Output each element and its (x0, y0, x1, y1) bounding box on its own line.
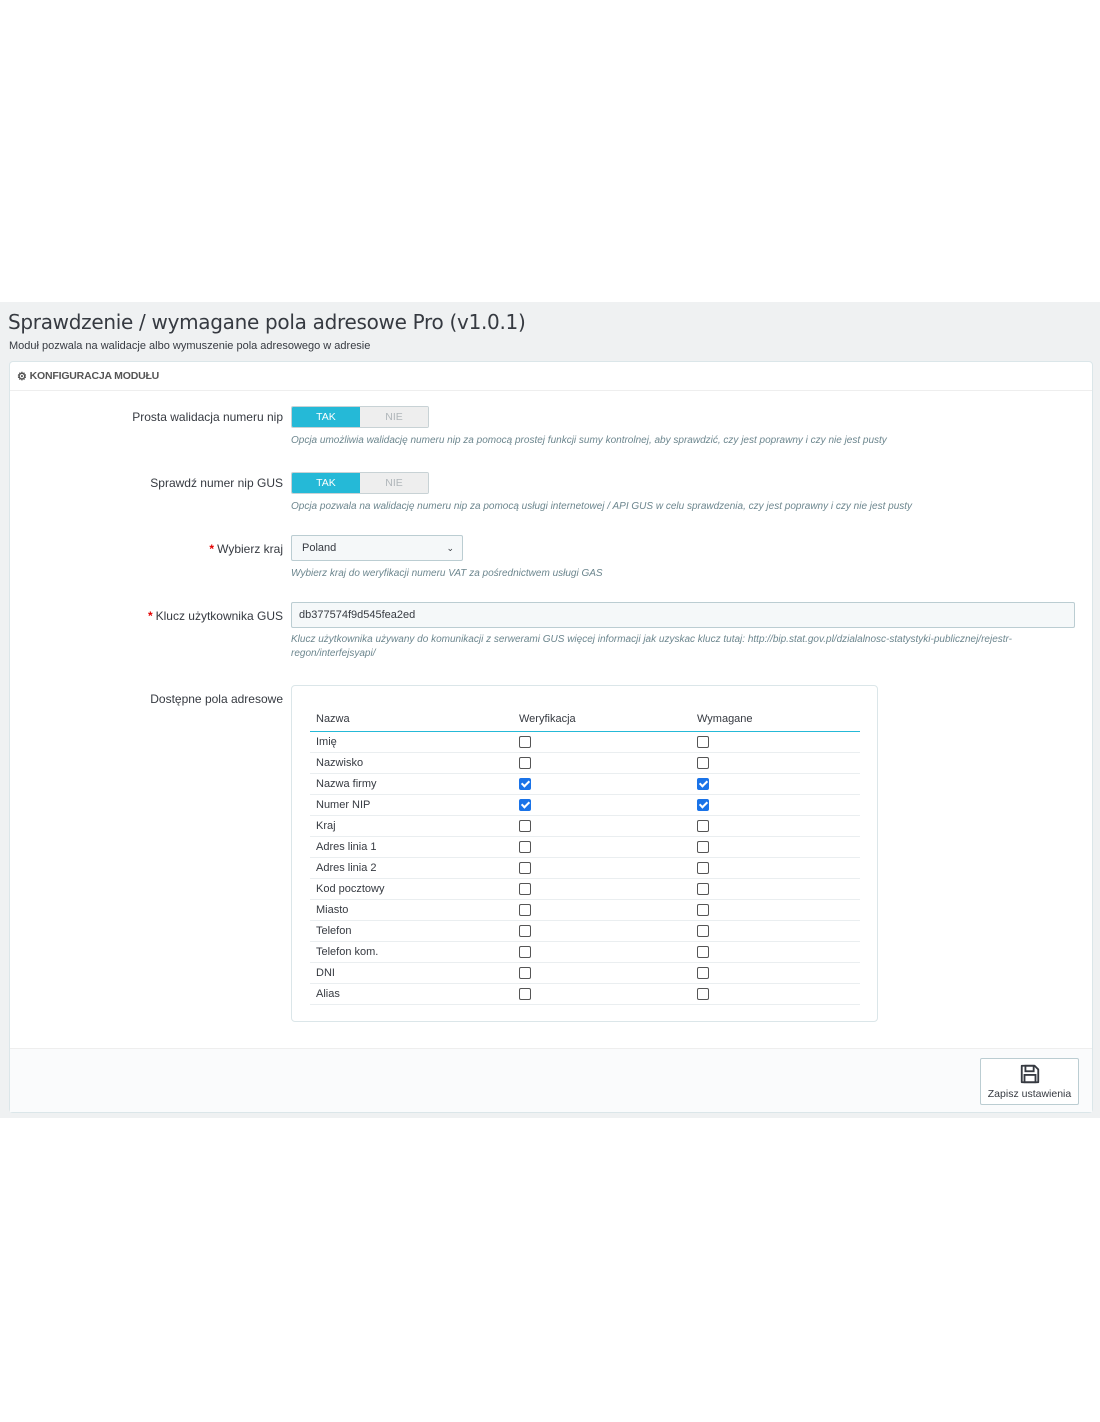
required-checkbox[interactable] (697, 967, 709, 980)
required-checkbox[interactable] (697, 925, 709, 938)
verify-checkbox[interactable] (519, 841, 531, 854)
address-fields-label: Dostępne pola adresowe (150, 692, 283, 706)
page-description: Moduł pozwala na walidacje albo wymuszen… (9, 340, 371, 352)
required-checkbox[interactable] (697, 883, 709, 896)
address-fields-table: Nazwa Weryfikacja Wymagane Imię Nazwisko N… (310, 706, 860, 1005)
verify-checkbox[interactable] (519, 904, 531, 917)
panel-heading-label: KONFIGURACJA MODUŁU (29, 370, 160, 382)
verify-checkbox[interactable] (519, 757, 531, 770)
required-mark: * (147, 609, 153, 623)
country-select[interactable]: Poland ⌄ (291, 535, 463, 561)
table-row: Telefon kom. (310, 941, 860, 963)
verify-checkbox[interactable] (519, 988, 531, 1001)
column-header-name: Nazwa (310, 706, 513, 732)
configuration-panel: ⚙ KONFIGURACJA MODUŁU Prosta walidacja n… (9, 361, 1093, 1113)
module-configuration-page: Sprawdzenie / wymagane pola adresowe Pro… (0, 302, 1100, 1118)
table-row: Kod pocztowy (310, 878, 860, 900)
table-row: Kraj (310, 815, 860, 837)
cogs-icon: ⚙ (17, 370, 27, 383)
required-checkbox[interactable] (697, 757, 709, 770)
nip-validation-help: Opcja umożliwia walidację numeru nip za … (291, 435, 887, 446)
field-name: Miasto (310, 899, 513, 921)
table-row: Miasto (310, 899, 860, 921)
field-name: Nazwa firmy (310, 773, 513, 795)
verify-checkbox[interactable] (519, 925, 531, 938)
verify-checkbox[interactable] (519, 883, 531, 896)
field-name: Telefon kom. (310, 941, 513, 963)
verify-checkbox[interactable] (519, 862, 531, 875)
column-header-verify: Weryfikacja (513, 706, 691, 732)
switch-yes[interactable]: TAK (292, 473, 360, 493)
verify-checkbox[interactable] (519, 946, 531, 959)
gus-check-switch[interactable]: TAK NIE (291, 472, 429, 494)
gus-key-label: * Klucz użytkownika GUS (147, 609, 283, 623)
required-checkbox[interactable] (697, 946, 709, 959)
nip-validation-switch[interactable]: TAK NIE (291, 406, 429, 428)
gus-check-help: Opcja pozwala na walidację numeru nip za… (291, 501, 913, 512)
required-checkbox[interactable] (697, 988, 709, 1001)
switch-no[interactable]: NIE (360, 407, 428, 427)
table-row: Adres linia 2 (310, 857, 860, 879)
field-name: DNI (310, 962, 513, 984)
field-name: Alias (310, 983, 513, 1005)
save-button-label: Zapisz ustawienia (987, 1088, 1072, 1100)
required-mark: * (209, 542, 215, 556)
country-help: Wybierz kraj do weryfikacji numeru VAT z… (291, 568, 603, 579)
panel-footer: Zapisz ustawienia (10, 1048, 1092, 1112)
column-header-required: Wymagane (691, 706, 860, 732)
table-row: Nazwisko (310, 752, 860, 774)
required-checkbox[interactable] (697, 862, 709, 875)
field-name: Adres linia 1 (310, 836, 513, 858)
table-row: Nazwa firmy (310, 773, 860, 795)
country-label: * Wybierz kraj (209, 542, 283, 556)
switch-yes[interactable]: TAK (292, 407, 360, 427)
field-name: Nazwisko (310, 752, 513, 774)
panel-heading: ⚙ KONFIGURACJA MODUŁU (10, 362, 1092, 391)
country-select-value: Poland (302, 542, 337, 554)
save-button[interactable]: Zapisz ustawienia (980, 1058, 1079, 1105)
field-name: Adres linia 2 (310, 857, 513, 879)
page-title: Sprawdzenie / wymagane pola adresowe Pro… (8, 310, 526, 334)
nip-validation-label: Prosta walidacja numeru nip (132, 410, 283, 424)
field-name: Kraj (310, 815, 513, 837)
chevron-down-icon: ⌄ (446, 542, 454, 553)
table-row: DNI (310, 962, 860, 984)
verify-checkbox[interactable] (519, 736, 531, 749)
floppy-disk-icon (1020, 1064, 1039, 1084)
table-row: Imię (310, 731, 860, 753)
table-row: Telefon (310, 920, 860, 942)
gus-key-help: Klucz użytkownika używany do komunikacji… (291, 634, 1013, 659)
field-name: Telefon (310, 920, 513, 942)
required-checkbox[interactable] (697, 841, 709, 854)
required-checkbox[interactable] (697, 820, 709, 833)
required-checkbox[interactable] (697, 799, 709, 812)
field-name: Kod pocztowy (310, 878, 513, 900)
required-checkbox[interactable] (697, 736, 709, 749)
table-row: Alias (310, 983, 860, 1005)
table-row: Numer NIP (310, 794, 860, 816)
gus-key-input[interactable]: db377574f9d545fea2ed (291, 602, 1075, 628)
address-fields-table-box: Nazwa Weryfikacja Wymagane Imię Nazwisko N… (291, 685, 878, 1022)
gus-check-label: Sprawdź numer nip GUS (150, 476, 283, 490)
field-name: Numer NIP (310, 794, 513, 816)
required-checkbox[interactable] (697, 778, 709, 791)
required-checkbox[interactable] (697, 904, 709, 917)
field-name: Imię (310, 731, 513, 753)
verify-checkbox[interactable] (519, 967, 531, 980)
verify-checkbox[interactable] (519, 778, 531, 791)
switch-no[interactable]: NIE (360, 473, 428, 493)
table-row: Adres linia 1 (310, 836, 860, 858)
verify-checkbox[interactable] (519, 799, 531, 812)
verify-checkbox[interactable] (519, 820, 531, 833)
